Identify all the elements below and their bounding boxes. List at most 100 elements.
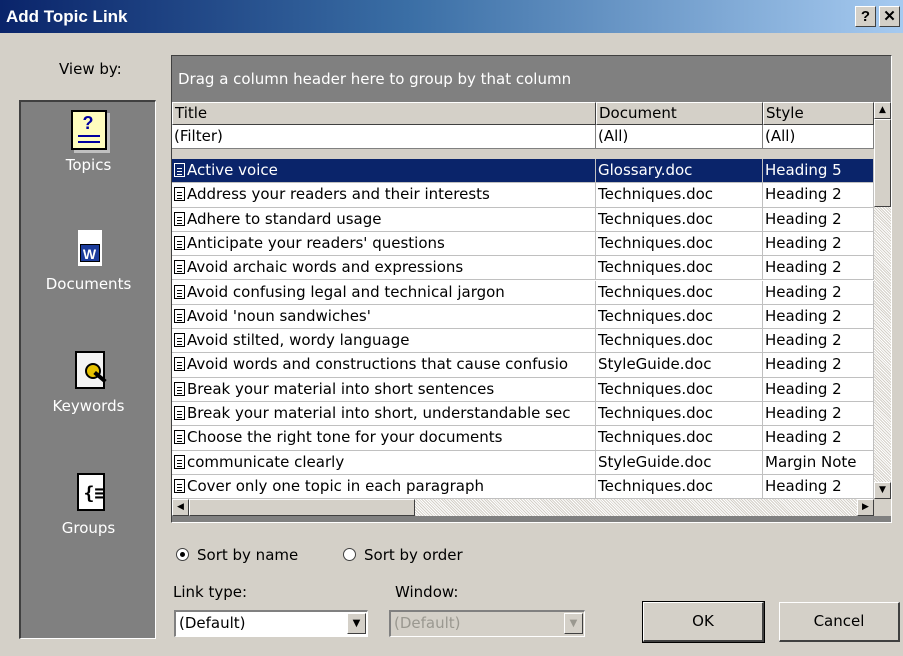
cell-style: Heading 2 [763,207,874,232]
group-by-area[interactable]: Drag a column header here to group by th… [172,56,891,102]
view-groups-button[interactable]: {≡ Groups [21,473,156,537]
topic-list: Active voice Glossary.doc Heading 5 Address… [172,159,874,499]
filter-title[interactable]: (Filter) [172,125,596,149]
topic-icon [174,163,185,177]
cell-text: Techniques.doc [598,282,714,301]
vertical-scrollbar[interactable]: ▲ ▼ [874,102,891,499]
documents-icon: W [71,229,107,269]
cell-document: StyleGuide.doc [596,353,763,378]
window-select: (Default) ▼ [389,610,585,637]
cell-text: Avoid words and constructions that cause… [187,355,569,374]
cell-document: Techniques.doc [596,402,763,427]
scroll-up-button[interactable]: ▲ [874,102,891,119]
sort-by-order-radio[interactable]: Sort by order [343,546,463,564]
topics-icon: ? [70,110,107,150]
scroll-left-button[interactable]: ◀ [172,499,189,516]
table-row[interactable]: Break your material into short sentences… [172,377,874,402]
cell-document: Techniques.doc [596,329,763,354]
view-by-bar: ? Topics W Documents Keywords {≡ Groups [19,100,156,639]
help-button[interactable]: ? [855,6,876,27]
filter-separator [172,149,874,159]
cell-text: Heading 2 [765,185,842,204]
cell-style: Margin Note [763,450,874,475]
column-header-title[interactable]: Title [172,102,596,125]
view-keywords-label: Keywords [52,397,125,415]
table-row[interactable]: Avoid stilted, wordy language Techniques.… [172,329,874,354]
cell-text: Techniques.doc [598,185,714,204]
view-keywords-button[interactable]: Keywords [21,351,156,415]
horizontal-scrollbar[interactable]: ◀ ▶ [172,499,874,516]
link-type-select[interactable]: (Default) ▼ [174,610,368,637]
cancel-button[interactable]: Cancel [779,602,900,642]
table-row[interactable]: Adhere to standard usage Techniques.doc He… [172,207,874,232]
table-row[interactable]: Anticipate your readers' questions Techni… [172,231,874,257]
window-label: Window: [395,583,459,601]
cell-document: Techniques.doc [596,377,763,402]
topic-icon [174,187,185,202]
table-row[interactable]: Cover only one topic in each paragraph Te… [172,474,874,499]
view-documents-button[interactable]: W Documents [21,229,156,293]
sort-by-order-label: Sort by order [364,546,463,564]
cell-style: Heading 2 [763,426,874,451]
title-bar[interactable]: Add Topic Link ? ✕ [0,0,903,33]
cell-title: Anticipate your readers' questions [172,231,596,257]
cell-text: Active voice [187,161,278,179]
sort-by-order-radio-dot[interactable] [343,548,356,561]
column-header-style[interactable]: Style [763,102,874,125]
cell-text: Avoid archaic words and expressions [187,258,464,277]
chevron-down-icon[interactable]: ▼ [347,613,366,634]
close-button[interactable]: ✕ [879,6,900,27]
sort-by-name-radio[interactable]: Sort by name [176,546,298,564]
topic-grid[interactable]: Drag a column header here to group by th… [171,55,892,523]
filter-style[interactable]: (All) [763,125,874,149]
vertical-scroll-thumb[interactable] [874,119,891,207]
scroll-down-button[interactable]: ▼ [874,482,891,499]
column-header-document[interactable]: Document [596,102,763,125]
filter-document[interactable]: (All) [596,125,763,149]
ok-button[interactable]: OK [642,601,765,643]
table-row[interactable]: Avoid words and constructions that cause… [172,353,874,378]
cell-text: Avoid 'noun sandwiches' [187,306,371,325]
cell-title: Avoid confusing legal and technical jarg… [172,280,596,305]
cell-text: Glossary.doc [598,161,693,179]
cell-document: Techniques.doc [596,474,763,499]
sort-by-name-radio-dot[interactable] [176,548,189,561]
cell-text: communicate clearly [187,452,345,471]
topic-icon [174,406,185,420]
cell-text: Heading 2 [765,209,842,228]
horizontal-scroll-thumb[interactable] [189,499,415,516]
cell-text: Techniques.doc [598,428,714,447]
table-row[interactable]: Active voice Glossary.doc Heading 5 [172,159,874,184]
table-row[interactable]: Avoid 'noun sandwiches' Techniques.doc Hea… [172,304,874,330]
scroll-right-button[interactable]: ▶ [857,499,874,516]
window-value: (Default) [394,614,461,632]
cell-title: Avoid 'noun sandwiches' [172,304,596,330]
cell-document: Glossary.doc [596,159,763,184]
view-documents-label: Documents [45,275,132,293]
cell-text: Techniques.doc [598,258,714,277]
cell-style: Heading 2 [763,304,874,330]
view-by-label: View by: [59,60,122,78]
table-row[interactable]: Choose the right tone for your documents… [172,426,874,451]
groups-icon: {≡ [71,473,107,513]
cell-text: Margin Note [765,452,857,471]
sort-by-name-label: Sort by name [197,546,299,564]
cell-text: Break your material into short, understa… [187,404,571,422]
cell-text: Address your readers and their interests [187,185,490,204]
table-row[interactable]: communicate clearly StyleGuide.doc Margin … [172,450,874,475]
view-topics-button[interactable]: ? Topics [21,110,156,174]
cell-text: Techniques.doc [598,404,714,422]
cell-text: Techniques.doc [598,306,714,325]
table-row[interactable]: Avoid confusing legal and technical jarg… [172,280,874,305]
table-row[interactable]: Avoid archaic words and expressions Techn… [172,256,874,281]
table-row[interactable]: Break your material into short, understa… [172,402,874,427]
cell-document: Techniques.doc [596,426,763,451]
cell-text: Heading 2 [765,355,842,374]
table-row[interactable]: Address your readers and their interests… [172,183,874,208]
topic-icon [174,260,185,275]
cell-text: Techniques.doc [598,233,714,252]
cell-title: Active voice [172,159,596,184]
link-type-value: (Default) [179,614,246,632]
topic-icon [174,211,185,226]
cell-text: Heading 2 [765,233,842,252]
